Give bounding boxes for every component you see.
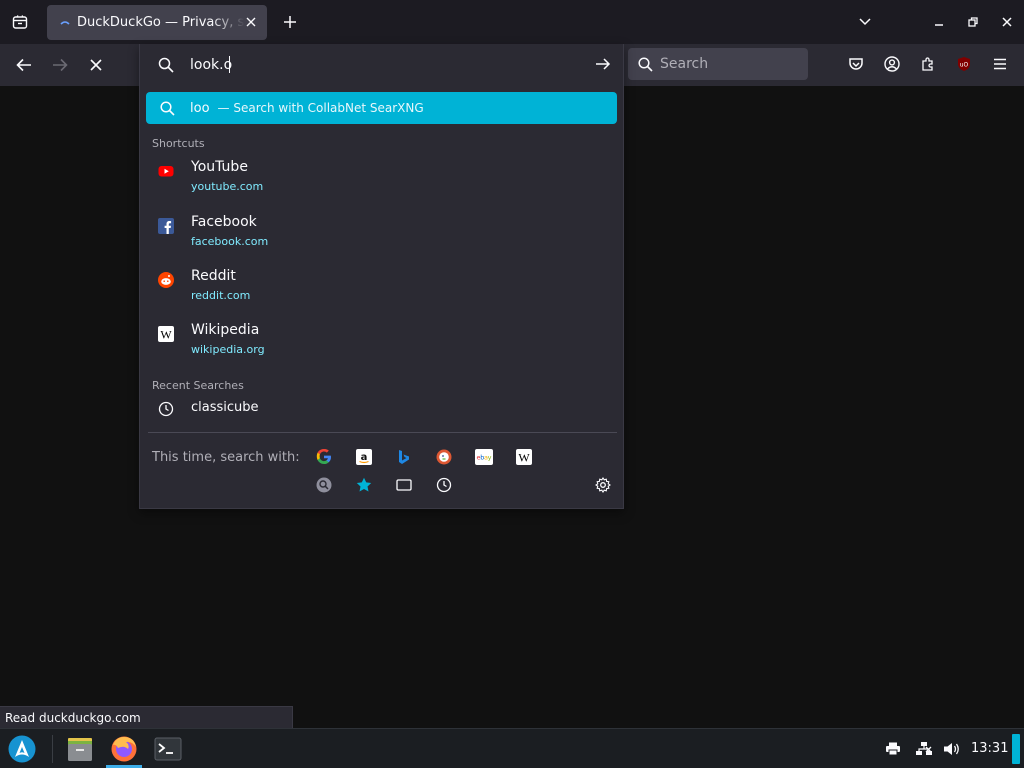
svg-text:uO: uO: [960, 62, 969, 69]
extensions-puzzle-icon[interactable]: [917, 53, 939, 75]
youtube-icon: [158, 163, 174, 179]
wikipedia-icon: W: [158, 326, 174, 342]
minimize-icon[interactable]: [922, 7, 956, 37]
bing-icon[interactable]: [393, 446, 415, 468]
taskbar: 13:31: [0, 728, 1024, 768]
history-clock-icon[interactable]: [433, 474, 455, 496]
shortcut-name: Facebook: [191, 214, 257, 230]
search-bar[interactable]: [628, 48, 808, 80]
shortcut-url: reddit.com: [191, 289, 251, 302]
recent-searches-label: Recent Searches: [152, 379, 244, 392]
plus-icon: [284, 16, 296, 28]
clock-icon: [158, 401, 174, 421]
one-off-search-label: This time, search with:: [152, 450, 300, 465]
hamburger-menu-icon[interactable]: [989, 53, 1011, 75]
back-arrow-icon[interactable]: [12, 53, 36, 77]
svg-text:y: y: [488, 454, 492, 462]
shortcut-url: youtube.com: [191, 180, 264, 193]
ebay-icon[interactable]: ebay: [473, 446, 495, 468]
search-icon: [638, 56, 654, 72]
shortcut-wikipedia[interactable]: W Wikipedia wikipedia.org: [146, 322, 617, 368]
shortcut-url: wikipedia.org: [191, 343, 265, 356]
window-close-icon[interactable]: [990, 7, 1024, 37]
shortcut-youtube[interactable]: YouTube youtube.com: [146, 159, 617, 205]
gear-icon[interactable]: [592, 474, 614, 496]
shortcut-name: Reddit: [191, 268, 236, 284]
svg-text:W: W: [160, 328, 172, 342]
shortcut-name: Wikipedia: [191, 322, 260, 338]
volume-icon[interactable]: [943, 740, 961, 758]
reddit-icon: [158, 272, 174, 288]
facebook-icon: [158, 218, 174, 234]
terminal-icon[interactable]: [150, 731, 186, 767]
suggestion-action: — Search with CollabNet SearXNG: [217, 101, 424, 115]
tab-list-chevron-down-icon[interactable]: [848, 7, 882, 37]
loading-favicon-icon: [57, 15, 73, 31]
search-suggestion-selected[interactable]: loo — Search with CollabNet SearXNG: [146, 92, 617, 124]
tabs-icon[interactable]: [393, 474, 415, 496]
pocket-icon[interactable]: [845, 53, 867, 75]
url-input[interactable]: [190, 55, 580, 75]
shortcuts-label: Shortcuts: [152, 137, 205, 150]
svg-text:a: a: [361, 452, 368, 463]
svg-text:W: W: [518, 451, 530, 465]
printer-icon[interactable]: [884, 740, 902, 758]
amazon-icon[interactable]: a: [353, 446, 375, 468]
search-icon: [158, 57, 174, 77]
window-controls: [848, 0, 1024, 44]
go-arrow-icon[interactable]: [595, 56, 611, 76]
search-icon: [160, 100, 176, 116]
separator: [52, 735, 53, 763]
search-input[interactable]: [660, 56, 800, 72]
duckduckgo-icon[interactable]: [433, 446, 455, 468]
urlbar-dropdown: loo — Search with CollabNet SearXNG Shor…: [139, 44, 624, 509]
shortcut-url: facebook.com: [191, 235, 269, 248]
close-icon[interactable]: [243, 14, 259, 30]
status-bar: Read duckduckgo.com: [0, 706, 293, 728]
ublock-origin-icon[interactable]: uO: [953, 53, 975, 75]
recent-search-text: classicube: [191, 400, 259, 415]
suggestion-term: loo: [190, 100, 210, 116]
shortcut-name: YouTube: [191, 159, 248, 175]
tab-bar: DuckDuckGo — Privacy, simplified.: [0, 0, 1024, 44]
divider: [148, 432, 617, 433]
search-engine-icon[interactable]: [313, 474, 335, 496]
restore-icon[interactable]: [956, 7, 990, 37]
shortcut-reddit[interactable]: Reddit reddit.com: [146, 268, 617, 314]
tab-title: DuckDuckGo — Privacy, simplified.: [77, 15, 245, 30]
stop-loading-icon[interactable]: [84, 53, 108, 77]
wikipedia-icon[interactable]: W: [513, 446, 535, 468]
show-desktop-button[interactable]: [1012, 734, 1020, 764]
new-tab-button[interactable]: [279, 11, 301, 33]
firefox-icon[interactable]: [106, 731, 142, 767]
network-disconnected-icon[interactable]: [915, 740, 933, 758]
text-caret: [229, 56, 230, 73]
shortcut-facebook[interactable]: Facebook facebook.com: [146, 214, 617, 260]
url-bar: [140, 44, 625, 86]
google-icon[interactable]: [313, 446, 335, 468]
recent-search-item[interactable]: classicube: [146, 397, 617, 423]
account-icon[interactable]: [881, 53, 903, 75]
app-launcher-icon[interactable]: [4, 731, 40, 767]
tab-duckduckgo[interactable]: DuckDuckGo — Privacy, simplified.: [47, 5, 267, 40]
bookmarks-star-icon[interactable]: [353, 474, 375, 496]
forward-arrow-icon[interactable]: [48, 53, 72, 77]
clock-time[interactable]: 13:31: [971, 741, 1008, 756]
file-manager-icon[interactable]: [62, 731, 98, 767]
firefox-view-icon[interactable]: [8, 10, 32, 34]
